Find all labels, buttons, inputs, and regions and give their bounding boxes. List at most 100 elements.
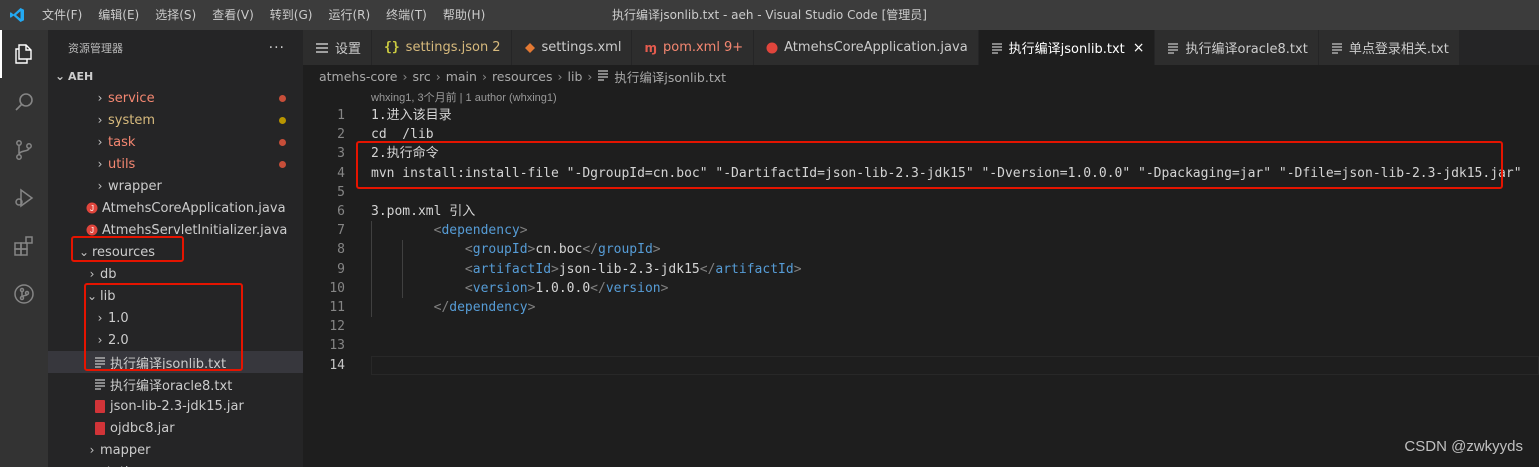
- tree-file[interactable]: json-lib-2.3-jdk15.jar: [48, 395, 303, 417]
- editor-tab[interactable]: 设置: [303, 30, 373, 65]
- editor-tab[interactable]: 执行编译oracle8.txt: [1155, 30, 1319, 65]
- code-line[interactable]: 14: [303, 356, 1539, 375]
- tab-label: 执行编译oracle8.txt: [1185, 42, 1308, 57]
- tab-label: pom.xml: [662, 40, 720, 55]
- tree-folder[interactable]: ⌄ resources: [48, 241, 303, 263]
- tree-folder[interactable]: › wrapper: [48, 175, 303, 197]
- json-braces-icon: {}: [384, 40, 400, 55]
- tree-folder[interactable]: › task: [48, 131, 303, 153]
- code-line[interactable]: 10 <version>1.0.0.0</version>: [303, 279, 1539, 298]
- code-line[interactable]: 13: [303, 336, 1539, 355]
- tab-label: 设置: [335, 42, 362, 57]
- more-actions-button[interactable]: ···: [269, 40, 285, 56]
- code-line[interactable]: 12: [303, 317, 1539, 336]
- code-line[interactable]: 5: [303, 183, 1539, 202]
- menu-item[interactable]: 运行(R): [320, 0, 378, 30]
- tree-file[interactable]: J AtmehsCoreApplication.java: [48, 197, 303, 219]
- tree-file[interactable]: 执行编译jsonlib.txt: [48, 351, 303, 373]
- code-text: </dependency>: [371, 298, 536, 317]
- explorer-sidebar: 资源管理器 ··· ⌄ AEH › service › system › task › uti…: [48, 30, 303, 467]
- java-file-icon: J: [84, 202, 100, 214]
- tree-folder[interactable]: ›static: [48, 461, 303, 467]
- breadcrumb-item[interactable]: resources: [492, 69, 553, 84]
- tree-folder[interactable]: › 1.0: [48, 307, 303, 329]
- xml-tag-name: dependency: [449, 300, 528, 315]
- menu-item[interactable]: 转到(G): [262, 0, 321, 30]
- tree-file[interactable]: ojdbc8.jar: [48, 417, 303, 439]
- editor-tab[interactable]: 单点登录相关.txt: [1318, 30, 1460, 65]
- code-line[interactable]: 1 1.进入该目录: [303, 106, 1539, 125]
- menu-item[interactable]: 选择(S): [147, 0, 204, 30]
- jar-file-icon: [92, 399, 108, 413]
- editor-tabs: 设置 {} settings.json 2 settings.xml ɱ pom.xml 9+…: [303, 30, 1539, 65]
- code-line[interactable]: 9 <artifactId>json-lib-2.3-jdk15</artifa…: [303, 260, 1539, 279]
- code-line[interactable]: 11 </dependency>: [303, 298, 1539, 317]
- menu-item[interactable]: 终端(T): [378, 0, 435, 30]
- tree-item-label: AtmehsCoreApplication.java: [102, 200, 286, 216]
- tree-file[interactable]: J AtmehsServletInitializer.java: [48, 219, 303, 241]
- tree-folder[interactable]: › system: [48, 109, 303, 131]
- menu-item[interactable]: 编辑(E): [90, 0, 147, 30]
- code-editor[interactable]: whxing1, 3个月前 | 1 author (whxing1) 1 1.进入…: [303, 87, 1539, 467]
- line-number: 7: [337, 223, 345, 239]
- xml-tag-name: groupId: [598, 242, 653, 258]
- code-text: 2.执行命令: [371, 146, 439, 162]
- source-control-icon[interactable]: [0, 126, 48, 174]
- menu-item[interactable]: 帮助(H): [435, 0, 493, 30]
- workspace-root[interactable]: ⌄ AEH: [48, 65, 303, 87]
- tab-label: settings.json: [405, 40, 489, 55]
- settings-icon: [315, 42, 329, 54]
- code-line[interactable]: 7 <dependency>: [303, 221, 1539, 240]
- breadcrumb-item[interactable]: main: [446, 69, 477, 84]
- code-line[interactable]: 4 mvn install:install-file "-DgroupId=cn.…: [303, 164, 1539, 183]
- tree-folder[interactable]: ⌄ lib: [48, 285, 303, 307]
- line-number: 14: [329, 357, 345, 373]
- breadcrumb-separator: ›: [435, 68, 441, 84]
- code-line[interactable]: 3 2.执行命令: [303, 144, 1539, 163]
- xml-tag-name: version: [472, 280, 528, 296]
- search-icon[interactable]: [0, 78, 48, 126]
- line-number: 2: [337, 127, 345, 143]
- code-line[interactable]: 6 3.pom.xml 引入: [303, 202, 1539, 221]
- git-blame-codelens[interactable]: whxing1, 3个月前 | 1 author (whxing1): [371, 89, 557, 105]
- close-tab-icon[interactable]: ×: [1133, 40, 1145, 56]
- tree-item-label: 1.0: [108, 310, 129, 326]
- editor-tab[interactable]: AtmehsCoreApplication.java: [754, 30, 979, 65]
- breadcrumb-item[interactable]: 执行编译jsonlib.txt: [614, 67, 726, 86]
- tree-item-label: 2.0: [108, 332, 129, 348]
- tree-folder[interactable]: › mapper: [48, 439, 303, 461]
- breadcrumb-item[interactable]: src: [412, 69, 430, 84]
- menu-item[interactable]: 查看(V): [204, 0, 262, 30]
- extensions-icon[interactable]: [0, 222, 48, 270]
- breadcrumb-item[interactable]: lib: [568, 69, 583, 84]
- line-number: 6: [337, 204, 345, 219]
- code-text: 3.pom.xml 引入: [371, 204, 476, 219]
- tree-folder[interactable]: › 2.0: [48, 329, 303, 351]
- editor-tab[interactable]: settings.xml: [511, 30, 633, 65]
- chevron-right-icon: ›: [97, 91, 103, 105]
- menu-bar: 文件(F) 编辑(E) 选择(S) 查看(V) 转到(G) 运行(R) 终端(T) 帮助(H): [34, 0, 493, 30]
- code-line[interactable]: 8 <groupId>cn.boc</groupId>: [303, 240, 1539, 259]
- tree-folder[interactable]: › utils: [48, 153, 303, 175]
- chevron-down-icon: ⌄: [86, 289, 98, 303]
- chevron-right-icon: ›: [97, 135, 103, 149]
- git-graph-icon[interactable]: [0, 270, 48, 318]
- xml-tag-name: artifactId: [472, 261, 552, 277]
- problems-badge: 9+: [723, 40, 744, 55]
- breadcrumb-item[interactable]: atmehs-core: [319, 69, 397, 84]
- run-debug-icon[interactable]: [0, 174, 48, 222]
- xml-tag-name: dependency: [441, 223, 520, 239]
- editor-tab[interactable]: {} settings.json 2: [372, 30, 512, 65]
- text-file-icon: [92, 378, 108, 390]
- chevron-right-icon: ›: [97, 311, 103, 325]
- editor-tab[interactable]: ɱ pom.xml 9+: [632, 30, 755, 65]
- files-icon[interactable]: [0, 30, 48, 78]
- tree-item-label: system: [108, 112, 155, 128]
- menu-item[interactable]: 文件(F): [34, 0, 90, 30]
- editor-tab[interactable]: 执行编译jsonlib.txt ×: [978, 30, 1156, 65]
- tree-file[interactable]: 执行编译oracle8.txt: [48, 373, 303, 395]
- tree-folder[interactable]: › db: [48, 263, 303, 285]
- git-status-dot: [279, 160, 286, 168]
- tree-folder[interactable]: › service: [48, 87, 303, 109]
- code-line[interactable]: 2 cd /lib: [303, 125, 1539, 144]
